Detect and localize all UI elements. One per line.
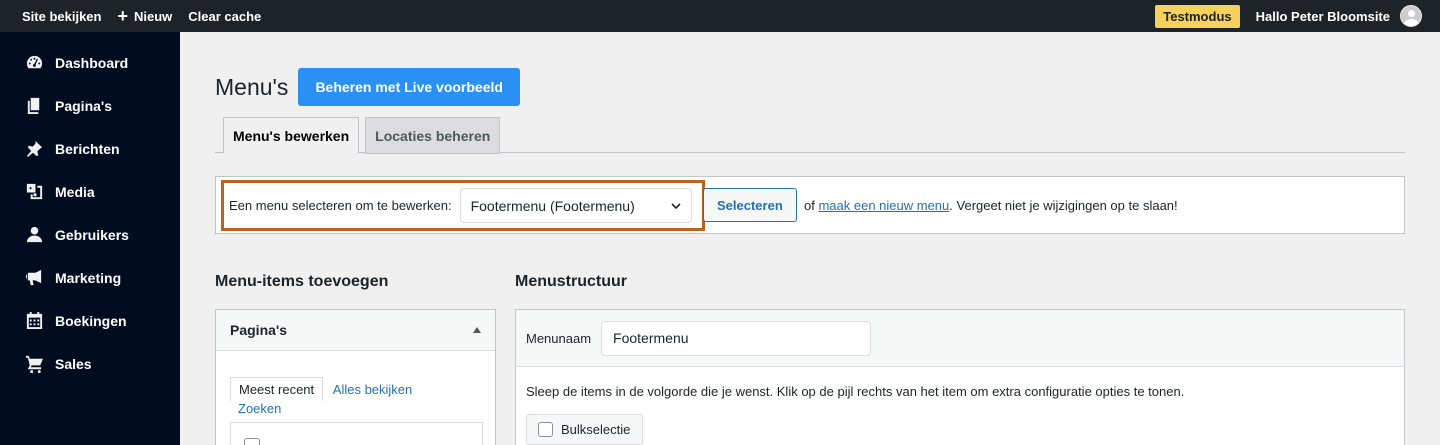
megaphone-icon	[24, 268, 44, 288]
menu-select-label: Een menu selecteren om te bewerken:	[229, 198, 452, 213]
chevron-down-icon	[671, 202, 681, 209]
avatar	[1400, 5, 1422, 27]
dropdown-value: Footermenu (Footermenu)	[470, 197, 635, 214]
cart-icon	[24, 354, 44, 374]
page-heading: Menu's Beheren met Live voorbeeld	[215, 68, 520, 106]
sidebar-item-users[interactable]: Gebruikers	[0, 213, 180, 256]
new-menu-link[interactable]: maak een nieuw menu	[818, 198, 949, 213]
page-title: Menu's	[215, 73, 289, 100]
pages-icon	[24, 96, 44, 116]
sidebar-item-label: Berichten	[55, 140, 120, 157]
menu-name-row: Menunaam Footermenu	[516, 310, 1404, 367]
manage-live-preview-button[interactable]: Beheren met Live voorbeeld	[298, 68, 520, 106]
pages-subtabs: Meest recent Alles bekijken Zoeken	[230, 377, 490, 416]
calendar-icon	[24, 311, 44, 331]
sidebar-item-media[interactable]: Media	[0, 170, 180, 213]
menu-name-input[interactable]: Footermenu	[601, 320, 872, 356]
new-label: Nieuw	[134, 8, 173, 24]
pages-panel-title: Pagina's	[230, 322, 288, 338]
bulk-select-label: Bulkselectie	[561, 422, 631, 437]
subtab-search[interactable]: Zoeken	[238, 401, 490, 416]
bulk-select-button[interactable]: Bulkselectie	[526, 414, 644, 445]
sidebar-item-marketing[interactable]: Marketing	[0, 256, 180, 299]
sidebar-item-sales[interactable]: Sales	[0, 342, 180, 385]
test-mode-badge[interactable]: Testmodus	[1155, 4, 1240, 28]
bulk-select-checkbox[interactable]	[538, 422, 553, 437]
pin-icon	[24, 139, 44, 159]
sidebar-item-pages[interactable]: Pagina's	[0, 84, 180, 127]
sidebar-item-dashboard[interactable]: Dashboard	[0, 41, 180, 84]
sidebar-item-label: Marketing	[55, 269, 122, 286]
menu-structure-panel: Menunaam Footermenu Sleep de items in de…	[515, 309, 1405, 445]
helper-suffix: . Vergeet niet je wijzigingen op te slaa…	[949, 198, 1178, 213]
sidebar-item-label: Dashboard	[55, 54, 129, 71]
subtab-most-recent[interactable]: Meest recent	[230, 377, 324, 401]
main-content: Menu's Beheren met Live voorbeeld Menu's…	[180, 32, 1440, 445]
nav-tabs: Menu's bewerken Locaties beheren	[215, 117, 1405, 154]
sidebar-item-label: Sales	[55, 355, 92, 372]
plus-icon: +	[117, 6, 128, 26]
dashboard-icon	[24, 53, 44, 73]
menu-structure-title: Menustructuur	[515, 273, 627, 290]
menu-instructions: Sleep de items in de volgorde die je wen…	[526, 384, 1185, 399]
sidebar-item-label: Pagina's	[55, 97, 113, 114]
select-helper-text: of maak een nieuw menu. Vergeet niet je …	[804, 198, 1178, 213]
menu-select-bar: Een menu selecteren om te bewerken: Foot…	[215, 176, 1405, 234]
pages-panel: Pagina's Meest recent Alles bekijken Zoe…	[215, 309, 496, 445]
menu-select-dropdown[interactable]: Footermenu (Footermenu)	[459, 188, 692, 223]
clear-cache-link[interactable]: Clear cache	[180, 0, 269, 32]
sidebar-item-bookings[interactable]: Boekingen	[0, 299, 180, 342]
admin-sidebar: Dashboard Pagina's Berichten Media Gebru…	[0, 32, 180, 445]
select-button[interactable]: Selecteren	[703, 188, 797, 222]
media-icon	[24, 182, 44, 202]
users-icon	[24, 225, 44, 245]
greeting-text: Hallo Peter Bloomsite	[1255, 8, 1390, 24]
new-button[interactable]: + Nieuw	[109, 0, 180, 32]
list-item-checkbox[interactable]	[244, 438, 260, 445]
view-site-link[interactable]: Site bekijken	[14, 0, 109, 32]
tab-manage-locations[interactable]: Locaties beheren	[365, 117, 501, 154]
admin-bar: Site bekijken + Nieuw Clear cache Testmo…	[0, 0, 1440, 32]
subtab-view-all[interactable]: Alles bekijken	[333, 382, 413, 397]
user-greeting[interactable]: Hallo Peter Bloomsite	[1256, 0, 1422, 32]
sidebar-item-label: Boekingen	[55, 312, 127, 329]
sidebar-item-label: Media	[55, 183, 95, 200]
helper-prefix: of	[804, 198, 815, 213]
highlight-frame: Een menu selecteren om te bewerken: Foot…	[221, 180, 705, 231]
tab-edit-menus[interactable]: Menu's bewerken	[223, 117, 360, 154]
collapse-arrow-icon[interactable]	[473, 327, 481, 333]
menu-name-label: Menunaam	[526, 330, 592, 346]
sidebar-item-label: Gebruikers	[55, 226, 129, 243]
pages-list	[230, 422, 483, 445]
add-menu-items-title: Menu-items toevoegen	[215, 273, 389, 290]
pages-panel-header[interactable]: Pagina's	[216, 310, 495, 351]
sidebar-item-posts[interactable]: Berichten	[0, 127, 180, 170]
